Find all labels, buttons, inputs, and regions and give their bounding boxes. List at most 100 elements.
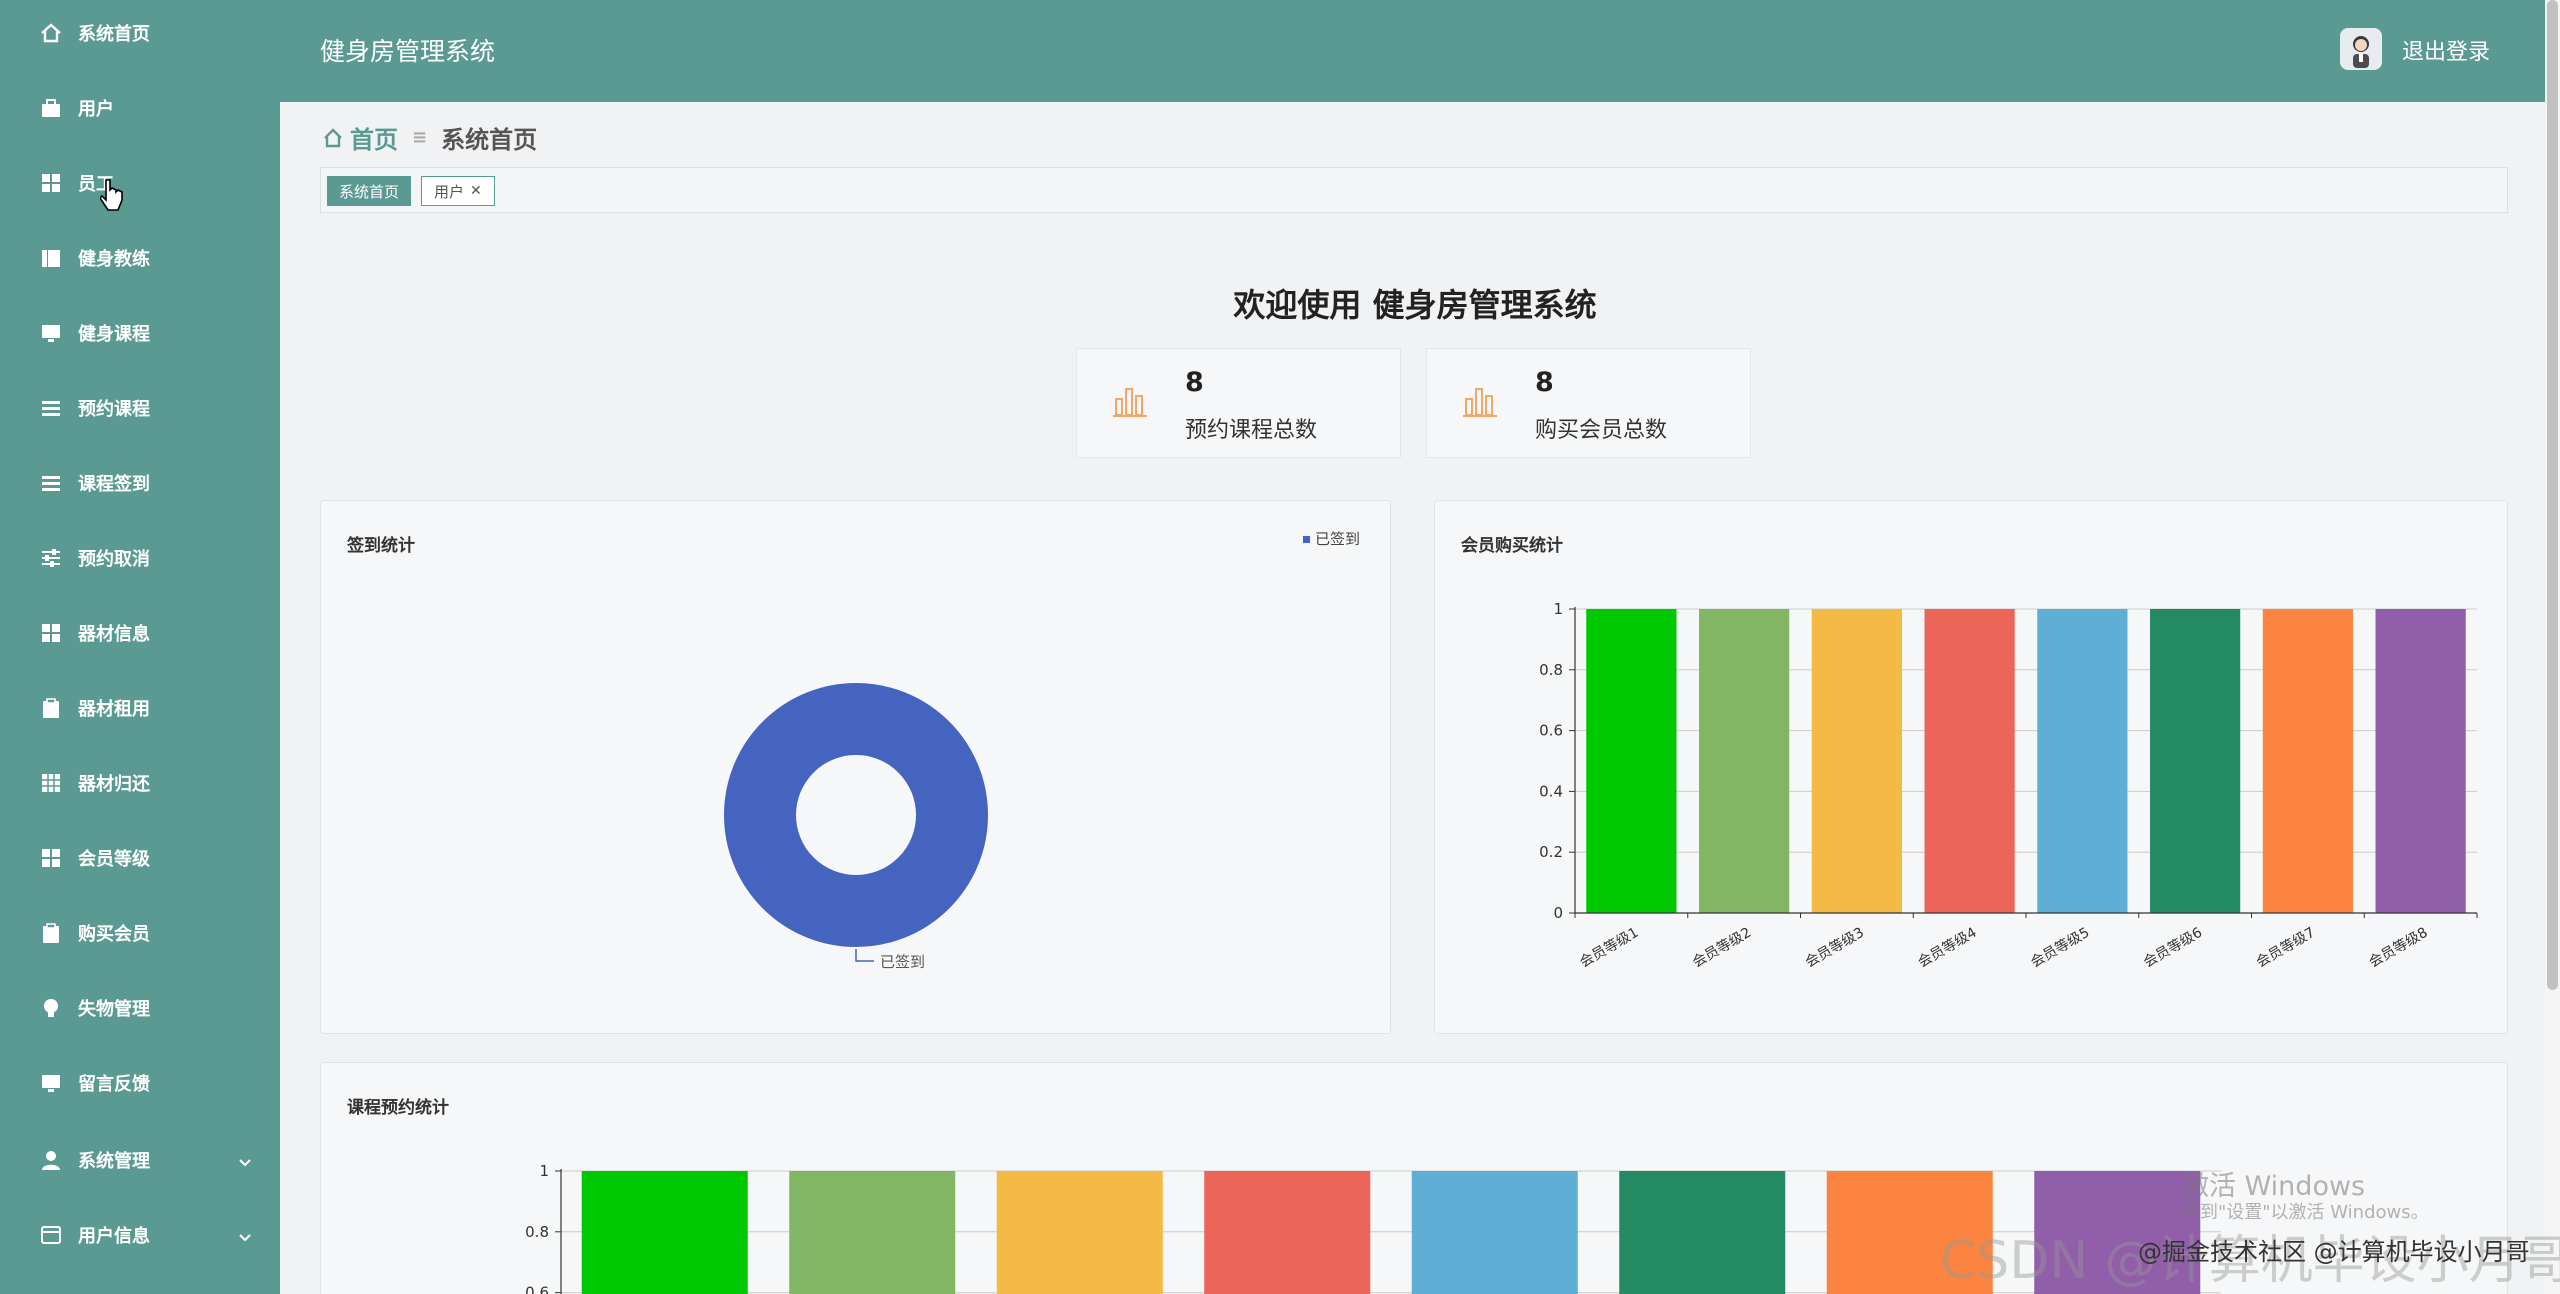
x-tick-label: 会员等级1 — [1577, 924, 1642, 971]
bar — [1586, 609, 1677, 913]
logout-button[interactable]: 退出登录 — [2402, 34, 2490, 66]
sidebar-item-label: 器材租用 — [78, 699, 150, 720]
sidebar-item-2[interactable]: 员工 — [0, 153, 280, 213]
sidebar-item-label: 会员等级 — [78, 849, 150, 870]
sliders-icon — [40, 547, 62, 569]
avatar[interactable] — [2340, 28, 2382, 70]
sidebar-item-label: 购买会员 — [78, 924, 150, 945]
vertical-scrollbar[interactable] — [2545, 0, 2560, 1294]
bar-chart-icon — [1463, 388, 1497, 417]
grid-icon — [40, 847, 62, 869]
chevron-down-icon — [238, 1227, 252, 1248]
list-icon — [40, 397, 62, 419]
member-chart-card: 会员购买统计 0 0.2 0.4 0.6 0.8 1 会员等级1 会员等级2 会员等级3 会员等级… — [1434, 500, 2508, 1034]
sidebar-item-label: 健身课程 — [78, 324, 150, 345]
bar — [1411, 1171, 1578, 1294]
bar — [1699, 609, 1790, 913]
app-title: 健身房管理系统 — [320, 37, 496, 66]
y-tick-label: 0 — [1553, 904, 1563, 922]
x-tick-label: 会员等级7 — [2253, 924, 2318, 971]
sidebar-item-15[interactable]: 系统管理 — [0, 1130, 280, 1190]
monitor-icon — [40, 322, 62, 344]
sidebar-item-3[interactable]: 健身教练 — [0, 228, 280, 288]
table-icon — [40, 772, 62, 794]
chevron-down-icon — [238, 1152, 252, 1173]
sidebar-item-6[interactable]: 课程签到 — [0, 453, 280, 513]
sidebar-item-4[interactable]: 健身课程 — [0, 303, 280, 363]
welcome-title: 欢迎使用 健身房管理系统 — [1233, 286, 1597, 324]
stat-value: 8 — [1535, 367, 1554, 398]
sidebar-item-14[interactable]: 留言反馈 — [0, 1053, 280, 1113]
tab-user-label: 用户 — [434, 182, 465, 201]
clipboard-icon — [40, 922, 62, 944]
y-tick-label: 0.2 — [1539, 843, 1563, 861]
sidebar-item-5[interactable]: 预约课程 — [0, 378, 280, 438]
stat-card-bookings: 8 预约课程总数 — [1076, 348, 1401, 458]
sidebar-item-16[interactable]: 用户信息 — [0, 1205, 280, 1265]
sidebar-item-8[interactable]: 器材信息 — [0, 603, 280, 663]
sidebar-item-11[interactable]: 会员等级 — [0, 828, 280, 888]
list-icon — [40, 472, 62, 494]
sidebar-item-label: 器材归还 — [78, 774, 150, 795]
breadcrumb-separator: ≡ — [412, 127, 428, 148]
sidebar-item-12[interactable]: 购买会员 — [0, 903, 280, 963]
sidebar-item-label: 预约取消 — [78, 549, 150, 570]
tab-home[interactable]: 系统首页 — [327, 176, 412, 206]
y-tick-label: 1 — [1553, 600, 1563, 618]
grid-icon — [40, 172, 62, 194]
sidebar-item-label: 器材信息 — [78, 624, 150, 645]
y-tick-label: 0.8 — [525, 1223, 549, 1241]
briefcase-icon — [40, 97, 62, 119]
bar-chart-icon — [1113, 388, 1147, 417]
x-tick-label: 会员等级4 — [1915, 924, 1980, 971]
sidebar-item-9[interactable]: 器材租用 — [0, 678, 280, 738]
member-bar-chart: 0 0.2 0.4 0.6 0.8 1 会员等级1 会员等级2 会员等级3 会员等级4 会员等级5 会… — [1539, 600, 2478, 971]
bar — [2150, 609, 2241, 913]
sidebar-item-0[interactable]: 系统首页 — [0, 3, 280, 63]
card-icon — [40, 1224, 62, 1246]
user-icon — [40, 1149, 62, 1171]
bar — [2375, 609, 2466, 913]
sidebar-item-label: 课程签到 — [78, 474, 150, 495]
grid-icon — [40, 622, 62, 644]
sidebar-item-label: 预约课程 — [78, 399, 150, 420]
y-tick-label: 0.6 — [1539, 722, 1563, 740]
donut-chart: 已签到已签到 — [724, 530, 1360, 971]
bar — [996, 1171, 1163, 1294]
sidebar-item-label: 系统首页 — [78, 24, 150, 45]
bar — [1619, 1171, 1786, 1294]
breadcrumb: 首页 ≡ 系统首页 — [322, 120, 537, 155]
checkin-chart-card: 签到统计 已签到 已签到 — [320, 500, 1391, 1034]
sidebar-item-label: 健身教练 — [78, 249, 150, 270]
tab-bar: 系统首页 用户 ✕ — [320, 167, 2508, 213]
x-tick-label: 会员等级2 — [1689, 924, 1754, 971]
stat-value: 8 — [1185, 367, 1204, 398]
home-icon — [324, 127, 342, 147]
pie-slice-ring — [724, 683, 988, 947]
scrollbar-thumb[interactable] — [2547, 0, 2558, 990]
sidebar-item-7[interactable]: 预约取消 — [0, 528, 280, 588]
home-icon — [40, 22, 62, 44]
bar — [581, 1171, 748, 1294]
breadcrumb-current: 系统首页 — [441, 126, 538, 154]
sidebar-item-10[interactable]: 器材归还 — [0, 753, 280, 813]
y-tick-label: 1 — [539, 1162, 549, 1180]
pie-label-line — [855, 949, 874, 962]
stat-label: 预约课程总数 — [1185, 418, 1318, 443]
x-tick-label: 会员等级5 — [2028, 924, 2093, 971]
breadcrumb-home[interactable]: 首页 — [322, 120, 398, 155]
y-tick-label: 0.6 — [525, 1284, 549, 1294]
x-tick-label: 会员等级8 — [2366, 924, 2431, 971]
x-tick-label: 会员等级3 — [1802, 924, 1867, 971]
sidebar-item-13[interactable]: 失物管理 — [0, 978, 280, 1038]
sidebar-item-1[interactable]: 用户 — [0, 78, 280, 138]
legend-label: 已签到 — [1315, 530, 1360, 548]
close-icon[interactable]: ✕ — [470, 183, 482, 199]
sidebar-item-label: 系统管理 — [78, 1151, 150, 1172]
y-tick-label: 0.8 — [1539, 661, 1563, 679]
legend-marker — [1303, 536, 1310, 543]
bar — [1204, 1171, 1371, 1294]
tab-user[interactable]: 用户 ✕ — [421, 176, 495, 206]
top-header: 健身房管理系统 退出登录 — [280, 0, 2545, 102]
y-tick-label: 0.4 — [1539, 782, 1563, 800]
